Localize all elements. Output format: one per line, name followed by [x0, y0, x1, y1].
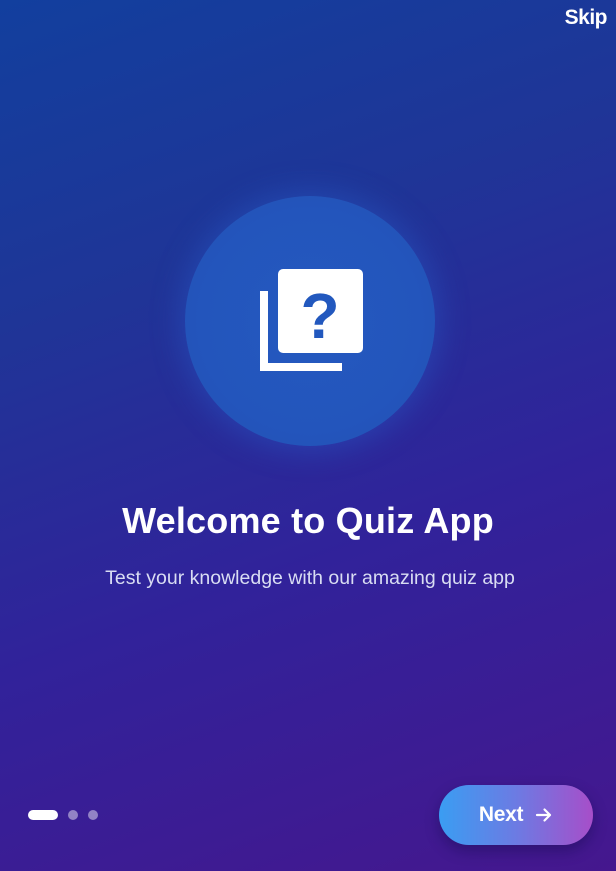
- page-dot[interactable]: [88, 810, 98, 820]
- page-subtitle: Test your knowledge with our amazing qui…: [105, 567, 515, 589]
- svg-text:?: ?: [300, 280, 339, 352]
- page-dot-active[interactable]: [28, 810, 58, 820]
- skip-button[interactable]: Skip: [565, 6, 608, 30]
- arrow-forward-icon: [536, 808, 552, 822]
- next-button[interactable]: Next: [439, 785, 593, 845]
- page-dot[interactable]: [68, 810, 78, 820]
- onboarding-screen: Skip ? Welcome to Quiz App Test your kno…: [0, 0, 616, 871]
- question-library-icon: ?: [260, 269, 363, 371]
- next-button-label: Next: [478, 803, 524, 826]
- page-indicator: [28, 810, 98, 820]
- page-title: Welcome to Quiz App: [122, 500, 494, 541]
